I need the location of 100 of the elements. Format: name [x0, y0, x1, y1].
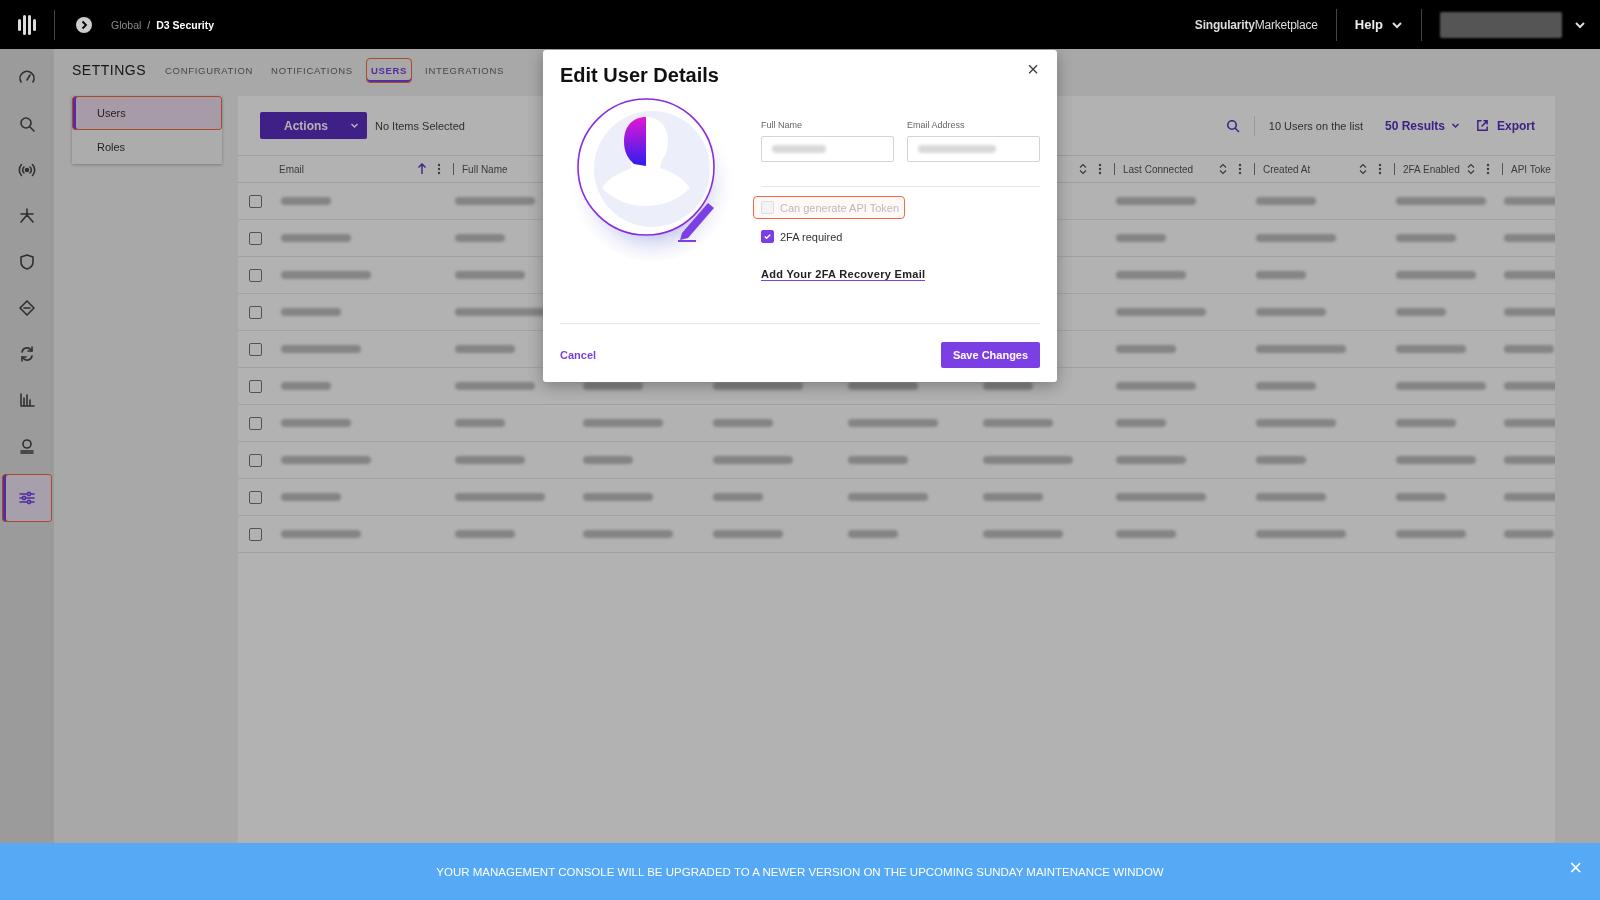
redacted-text — [455, 271, 525, 279]
redacted-text — [1396, 234, 1456, 242]
breadcrumb-link[interactable]: Global — [111, 18, 142, 31]
redacted-user-name[interactable] — [1440, 11, 1562, 38]
save-button[interactable]: Save Changes — [941, 342, 1040, 368]
redacted-text — [1504, 419, 1555, 427]
text-field[interactable] — [761, 136, 894, 162]
redacted-text — [983, 419, 1053, 427]
close-button[interactable]: × — [1023, 58, 1043, 81]
redacted-text — [1116, 419, 1166, 427]
export-icon — [1476, 119, 1489, 132]
redacted-text — [1116, 345, 1176, 353]
row-checkbox[interactable] — [249, 490, 262, 504]
asterisk-icon — [17, 206, 37, 226]
redacted-text — [455, 530, 515, 538]
redacted-text — [455, 419, 505, 427]
selection-status: No Items Selected — [375, 119, 465, 132]
submenu-item[interactable]: Roles — [72, 130, 222, 164]
redacted-text — [281, 493, 341, 501]
redacted-text — [983, 382, 1033, 390]
settings-tab[interactable]: NOTIFICATIONS — [266, 57, 358, 83]
redacted-text — [1256, 197, 1316, 205]
shield-icon — [17, 252, 37, 272]
column-header[interactable]: Last Connected — [1123, 163, 1214, 175]
page-title: SETTINGS — [72, 62, 146, 78]
help-menu[interactable]: Help — [1354, 17, 1403, 32]
redacted-text — [1396, 419, 1456, 427]
check-icon — [763, 232, 772, 241]
column-menu-icon[interactable] — [1238, 163, 1242, 175]
redacted-text — [1116, 234, 1166, 242]
column-header[interactable]: Email — [279, 163, 413, 175]
sliders-nav-button[interactable] — [2, 474, 52, 522]
redacted-text — [1504, 271, 1555, 279]
expand-icon[interactable] — [75, 15, 93, 34]
redacted-text — [455, 345, 515, 353]
row-checkbox[interactable] — [249, 527, 262, 541]
search-icon — [17, 114, 37, 134]
recovery-email-link[interactable]: Add Your 2FA Recovery Email — [761, 268, 926, 281]
dialog-title: Edit User Details — [560, 64, 719, 87]
column-menu-icon[interactable] — [1486, 163, 1490, 175]
user-count: 10 Users on the list — [1268, 119, 1363, 132]
redacted-text — [848, 382, 918, 390]
column-menu-icon[interactable] — [1098, 163, 1102, 175]
redacted-text — [1116, 456, 1186, 464]
redacted-text — [713, 530, 783, 538]
banner-message: YOUR MANAGEMENT CONSOLE WILL BE UPGRADED TO A NEWER VERSION ON THE UPCOMING SUNDAY MAINTENANCE WINDOW — [436, 865, 1164, 878]
redacted-text — [1396, 345, 1466, 353]
redacted-text — [281, 308, 341, 316]
redacted-text — [713, 493, 763, 501]
checkbox-option[interactable]: 2FA required — [753, 225, 849, 248]
row-checkbox[interactable] — [249, 342, 262, 356]
sort-ascending-icon[interactable] — [417, 163, 427, 175]
redacted-text — [1116, 271, 1186, 279]
checkbox[interactable] — [761, 230, 774, 243]
redacted-text — [1504, 530, 1554, 538]
caret-icon — [1451, 121, 1460, 130]
settings-tab[interactable]: USERS — [365, 57, 413, 83]
redacted-text — [1116, 530, 1176, 538]
settings-tab[interactable]: INTEGRATIONS — [420, 57, 510, 83]
row-checkbox[interactable] — [249, 416, 262, 430]
sort-icon[interactable] — [1218, 163, 1228, 175]
caret-icon — [350, 121, 359, 130]
search-icon[interactable] — [1225, 118, 1240, 133]
actions-button[interactable]: Actions — [260, 112, 367, 139]
redacted-text — [1504, 382, 1555, 390]
redacted-text — [281, 234, 351, 242]
row-checkbox[interactable] — [249, 305, 262, 319]
redacted-text — [1396, 493, 1446, 501]
field-label: Full Name — [761, 120, 803, 130]
row-checkbox[interactable] — [249, 194, 262, 208]
row-checkbox[interactable] — [249, 379, 262, 393]
redacted-text — [1504, 234, 1555, 242]
sort-icon[interactable] — [1358, 163, 1368, 175]
breadcrumb-separator: / — [147, 18, 151, 31]
column-header[interactable]: API Toke — [1511, 163, 1555, 175]
cancel-button[interactable]: Cancel — [560, 349, 597, 361]
logo-icon[interactable] — [17, 13, 37, 36]
sort-icon[interactable] — [1078, 163, 1088, 175]
row-checkbox[interactable] — [249, 453, 262, 467]
breadcrumb-current: D3 Security — [156, 18, 215, 31]
text-field[interactable] — [907, 136, 1040, 162]
marketplace-link[interactable]: SingularityMarketplace — [1194, 17, 1318, 32]
column-menu-icon[interactable] — [437, 163, 441, 175]
redacted-text — [1504, 345, 1554, 353]
column-header[interactable]: 2FA Enabled — [1403, 163, 1462, 175]
row-checkbox[interactable] — [249, 231, 262, 245]
sort-icon[interactable] — [1466, 163, 1476, 175]
column-header[interactable]: Created At — [1263, 163, 1354, 175]
submenu-item[interactable]: Users — [72, 96, 222, 130]
row-checkbox[interactable] — [249, 268, 262, 282]
results-dropdown[interactable]: 50 Results — [1384, 118, 1460, 133]
export-button[interactable]: Export — [1476, 118, 1535, 133]
redacted-text — [583, 493, 653, 501]
redacted-text — [1396, 308, 1446, 316]
redacted-text — [1256, 456, 1306, 464]
redacted-text — [1396, 530, 1466, 538]
settings-tab[interactable]: CONFIGURATION — [160, 57, 259, 83]
redacted-text — [1256, 308, 1326, 316]
column-menu-icon[interactable] — [1378, 163, 1382, 175]
redacted-text — [455, 456, 525, 464]
